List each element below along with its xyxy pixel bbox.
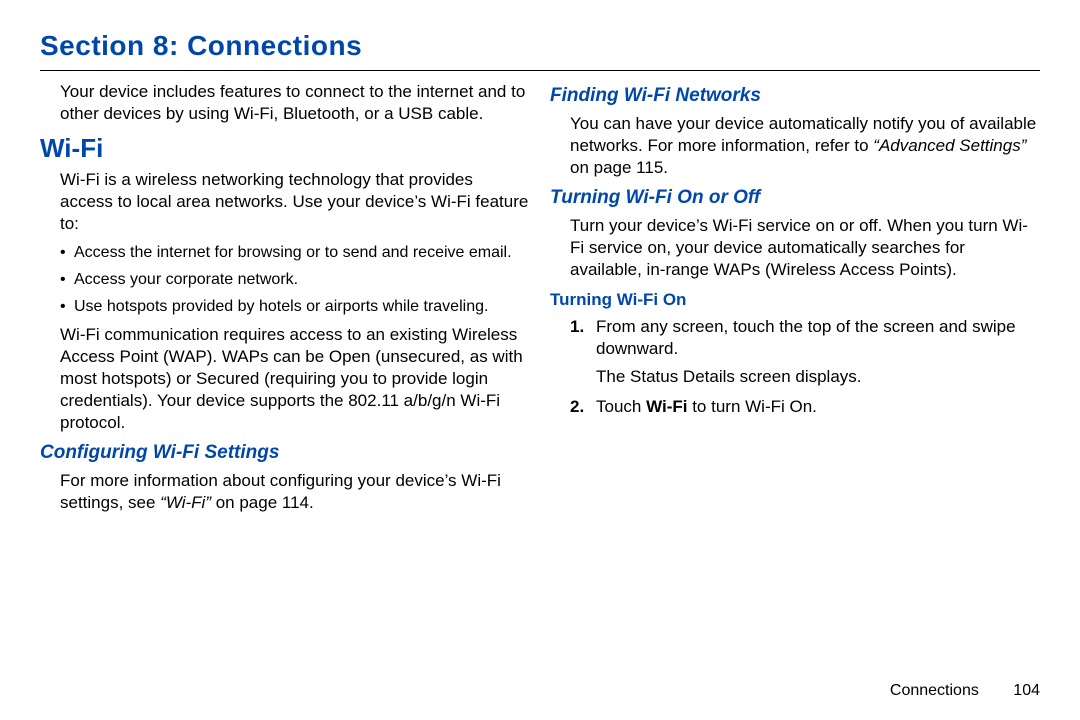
text-span: to turn Wi-Fi On. xyxy=(687,397,816,416)
list-item: Access your corporate network. xyxy=(60,270,530,291)
two-column-layout: Your device includes features to connect… xyxy=(40,81,1040,523)
left-column: Your device includes features to connect… xyxy=(40,81,530,523)
turning-onoff-paragraph: Turn your device’s Wi-Fi service on or o… xyxy=(550,215,1040,281)
reference-link: “Wi-Fi” xyxy=(160,493,211,512)
footer-section-label: Connections xyxy=(890,682,979,699)
wifi-feature-list: Access the internet for browsing or to s… xyxy=(40,243,530,317)
wifi-heading: Wi-Fi xyxy=(40,133,530,164)
step-subtext: The Status Details screen displays. xyxy=(596,366,1040,388)
step-item: Touch Wi-Fi to turn Wi-Fi On. xyxy=(570,396,1040,418)
finding-networks-heading: Finding Wi-Fi Networks xyxy=(550,85,1040,107)
text-span: on page 114. xyxy=(211,493,314,512)
turning-onoff-heading: Turning Wi-Fi On or Off xyxy=(550,187,1040,209)
configuring-paragraph: For more information about configuring y… xyxy=(40,470,530,514)
steps-list: From any screen, touch the top of the sc… xyxy=(550,316,1040,418)
reference-link: “Advanced Settings” xyxy=(873,136,1026,155)
right-column: Finding Wi-Fi Networks You can have your… xyxy=(550,81,1040,523)
intro-paragraph: Your device includes features to connect… xyxy=(40,81,530,125)
section-title: Section 8: Connections xyxy=(40,30,1040,62)
page-footer: Connections 104 xyxy=(890,682,1040,700)
step-text: From any screen, touch the top of the sc… xyxy=(596,317,1016,358)
step-item: From any screen, touch the top of the sc… xyxy=(570,316,1040,388)
text-span: on page 115. xyxy=(570,158,668,177)
text-span: Touch xyxy=(596,397,646,416)
list-item: Use hotspots provided by hotels or airpo… xyxy=(60,297,530,318)
list-item: Access the internet for browsing or to s… xyxy=(60,243,530,264)
wifi-wap-paragraph: Wi-Fi communication requires access to a… xyxy=(40,324,530,434)
title-rule xyxy=(40,70,1040,71)
turning-on-subheading: Turning Wi-Fi On xyxy=(550,290,1040,310)
configuring-heading: Configuring Wi-Fi Settings xyxy=(40,442,530,464)
finding-networks-paragraph: You can have your device automatically n… xyxy=(550,113,1040,179)
wifi-description: Wi-Fi is a wireless networking technolog… xyxy=(40,169,530,235)
page-number: 104 xyxy=(1013,682,1040,700)
bold-text: Wi-Fi xyxy=(646,397,687,416)
